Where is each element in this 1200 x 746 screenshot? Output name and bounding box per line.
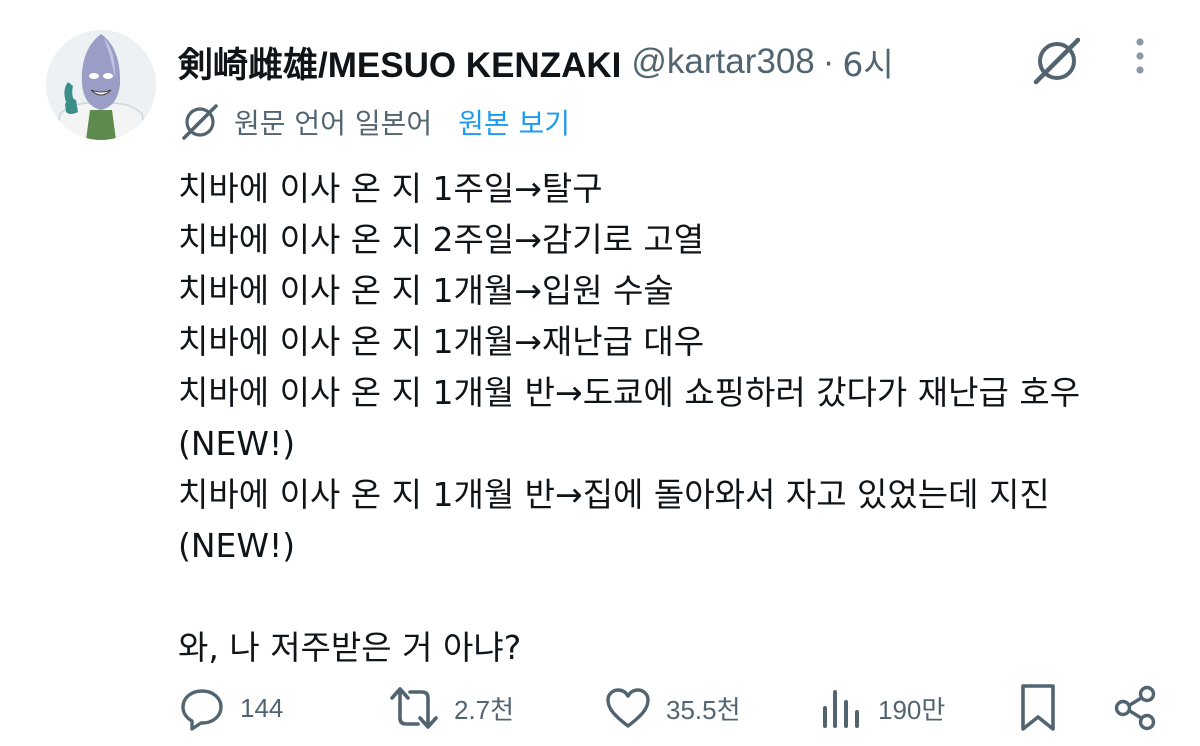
tweet-line: (NEW!) [178,424,296,463]
tweet-line: (NEW!) [178,526,296,565]
source-language-label: 원문 언어 일본어 [234,107,433,140]
bookmark-button[interactable] [1016,678,1060,738]
avatar[interactable] [46,30,156,140]
share-icon [1114,685,1156,731]
tweet-line: 와, 나 저주받은 거 아냐? [178,628,522,667]
like-count: 35.5천 [666,694,741,725]
bookmark-icon [1021,684,1055,731]
view-count: 190만 [878,694,946,725]
views-icon [823,690,859,728]
grok-translate-icon [178,100,222,144]
show-original-link[interactable]: 원본 보기 [458,102,570,142]
heart-icon [606,688,650,728]
more-button[interactable] [1122,36,1158,76]
more-vertical-icon [1136,38,1144,74]
action-bar: 144 2.7천 35.5천 190만 [0,678,1200,738]
repost-button[interactable]: 2.7천 [388,678,514,738]
reply-icon [181,689,223,731]
tweet-line: 치바에 이사 온 지 2주일→감기로 고열 [178,220,705,259]
avatar-image [46,30,156,140]
grok-icon [1033,37,1081,85]
tweet-text: 치바에 이사 온 지 1주일→탈구 치바에 이사 온 지 2주일→감기로 고열 … [178,163,1178,673]
share-button[interactable] [1110,678,1160,738]
separator-dot: · [822,42,835,81]
repost-count: 2.7천 [454,694,515,725]
tweet-line: 치바에 이사 온 지 1개월→입원 수술 [178,271,674,310]
repost-icon [390,687,438,729]
tweet-header: 剣崎雌雄/MESUO KENZAKI @kartar308 · 6시 [178,36,894,88]
tweet-line: 치바에 이사 온 지 1개월→재난급 대우 [178,322,705,361]
tweet-line: 치바에 이사 온 지 1개월 반→집에 돌아와서 자고 있었는데 지진 [178,475,1050,514]
display-name[interactable]: 剣崎雌雄/MESUO KENZAKI [178,37,621,88]
timestamp[interactable]: 6시 [842,38,893,86]
grok-button[interactable] [1030,34,1084,88]
like-button[interactable]: 35.5천 [604,678,741,738]
user-handle[interactable]: @kartar308 [631,42,814,82]
tweet-line: 치바에 이사 온 지 1개월 반→도쿄에 쇼핑하러 갔다가 재난급 호우 [178,373,1081,412]
reply-count: 144 [240,692,284,723]
reply-button[interactable]: 144 [178,678,283,738]
views-button[interactable]: 190만 [818,678,945,738]
translation-bar: 원문 언어 일본어 원본 보기 [178,100,570,144]
tweet-line: 치바에 이사 온 지 1주일→탈구 [178,169,603,208]
